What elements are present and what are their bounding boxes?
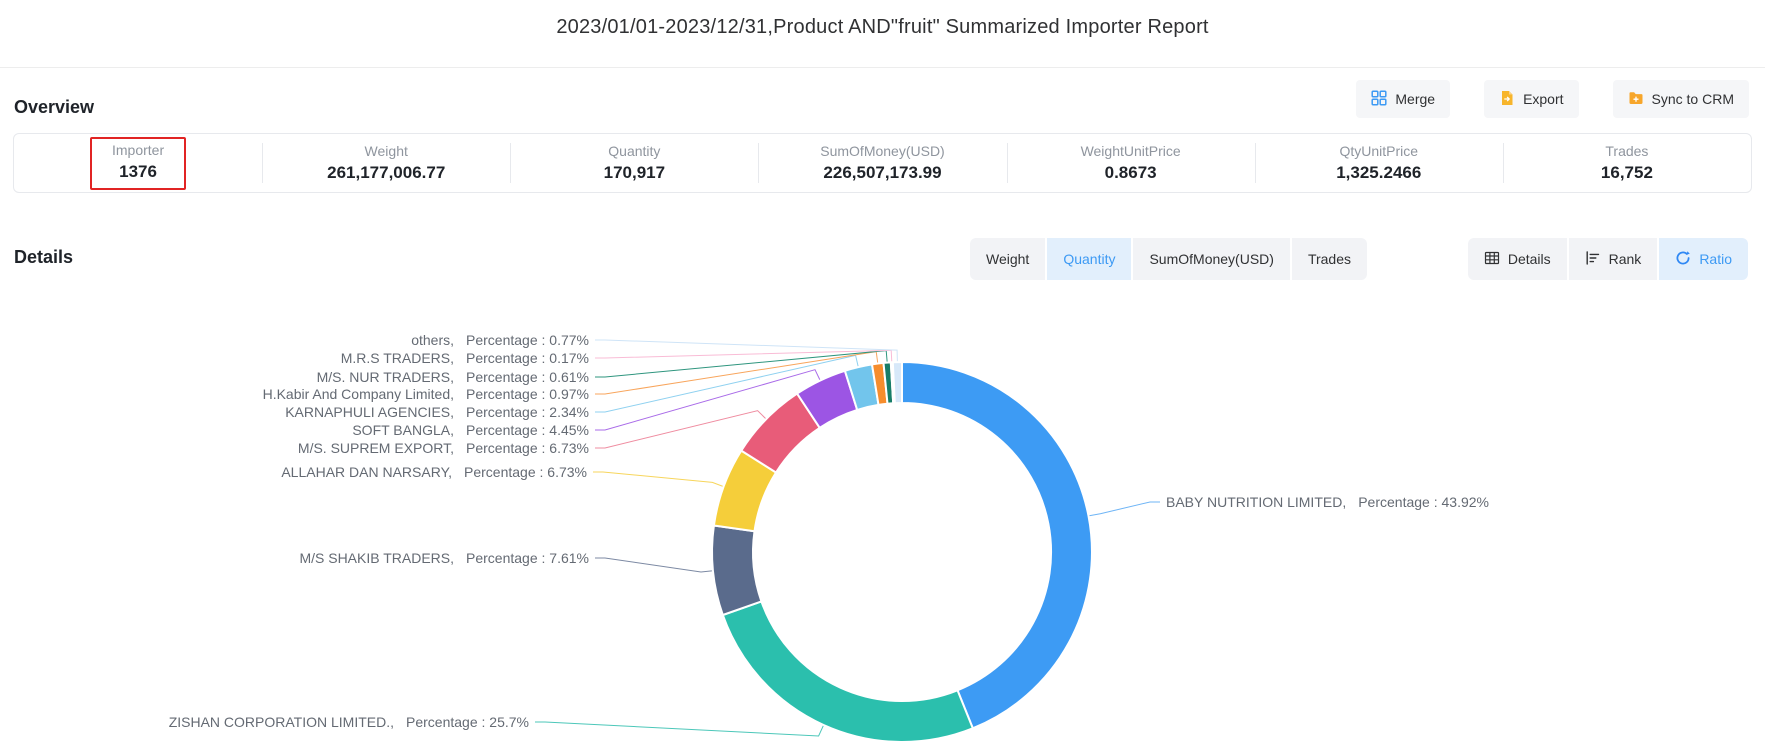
pie-label-nur: M/S. NUR TRADERS,Percentage : 0.61% bbox=[317, 367, 589, 387]
pie-label-hkabir: H.Kabir And Company Limited,Percentage :… bbox=[263, 384, 589, 404]
importer-report-page: 2023/01/01-2023/12/31,Product AND"fruit"… bbox=[0, 0, 1765, 741]
pie-label-mrs: M.R.S TRADERS,Percentage : 0.17% bbox=[341, 348, 589, 368]
pie-label-others: others,Percentage : 0.77% bbox=[411, 330, 589, 350]
pie-label-soft-bangla: SOFT BANGLA,Percentage : 4.45% bbox=[352, 420, 589, 440]
pie-label-shakib: M/S SHAKIB TRADERS,Percentage : 7.61% bbox=[299, 548, 589, 568]
pie-label-baby-nutrition: BABY NUTRITION LIMITED,Percentage : 43.9… bbox=[1166, 492, 1489, 512]
pie-label-suprem: M/S. SUPREM EXPORT,Percentage : 6.73% bbox=[298, 438, 589, 458]
pie-label-karnaphuli: KARNAPHULI AGENCIES,Percentage : 2.34% bbox=[285, 402, 589, 422]
pie-label-allahar: ALLAHAR DAN NARSARY,Percentage : 6.73% bbox=[281, 462, 587, 482]
importer-ratio-chart: BABY NUTRITION LIMITED,Percentage : 43.9… bbox=[0, 0, 1765, 741]
pie-label-zishan: ZISHAN CORPORATION LIMITED.,Percentage :… bbox=[169, 712, 529, 732]
pie-chart[interactable] bbox=[0, 0, 1765, 741]
